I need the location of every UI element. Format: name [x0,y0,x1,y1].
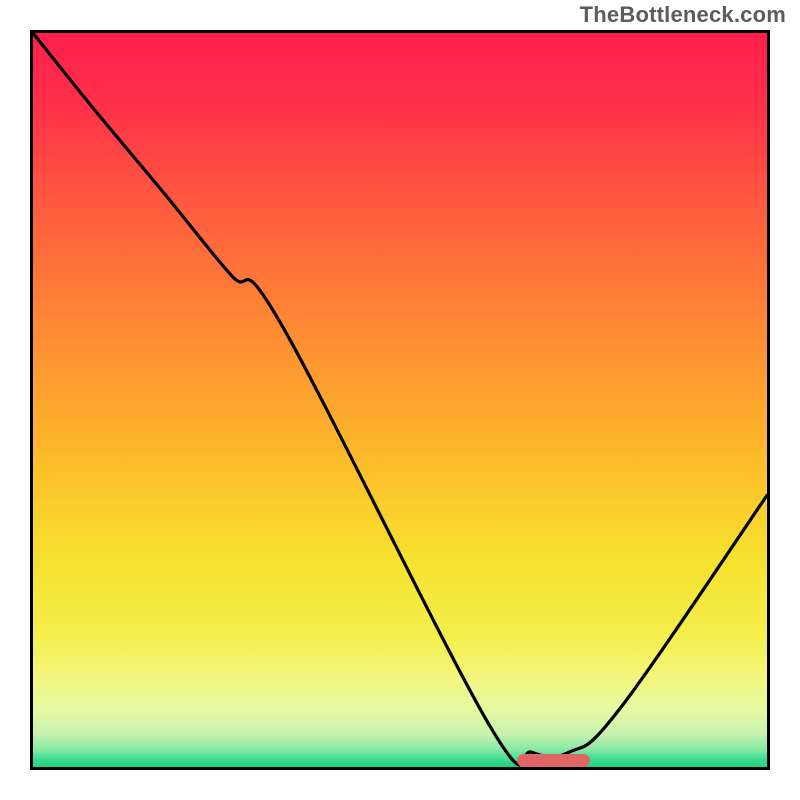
bottleneck-marker [517,754,590,767]
watermark-text: TheBottleneck.com [580,2,786,28]
chart-container: TheBottleneck.com [0,0,800,800]
bottleneck-curve-svg [33,33,767,767]
bottleneck-curve-path [33,33,767,765]
chart-plot-area [30,30,770,770]
